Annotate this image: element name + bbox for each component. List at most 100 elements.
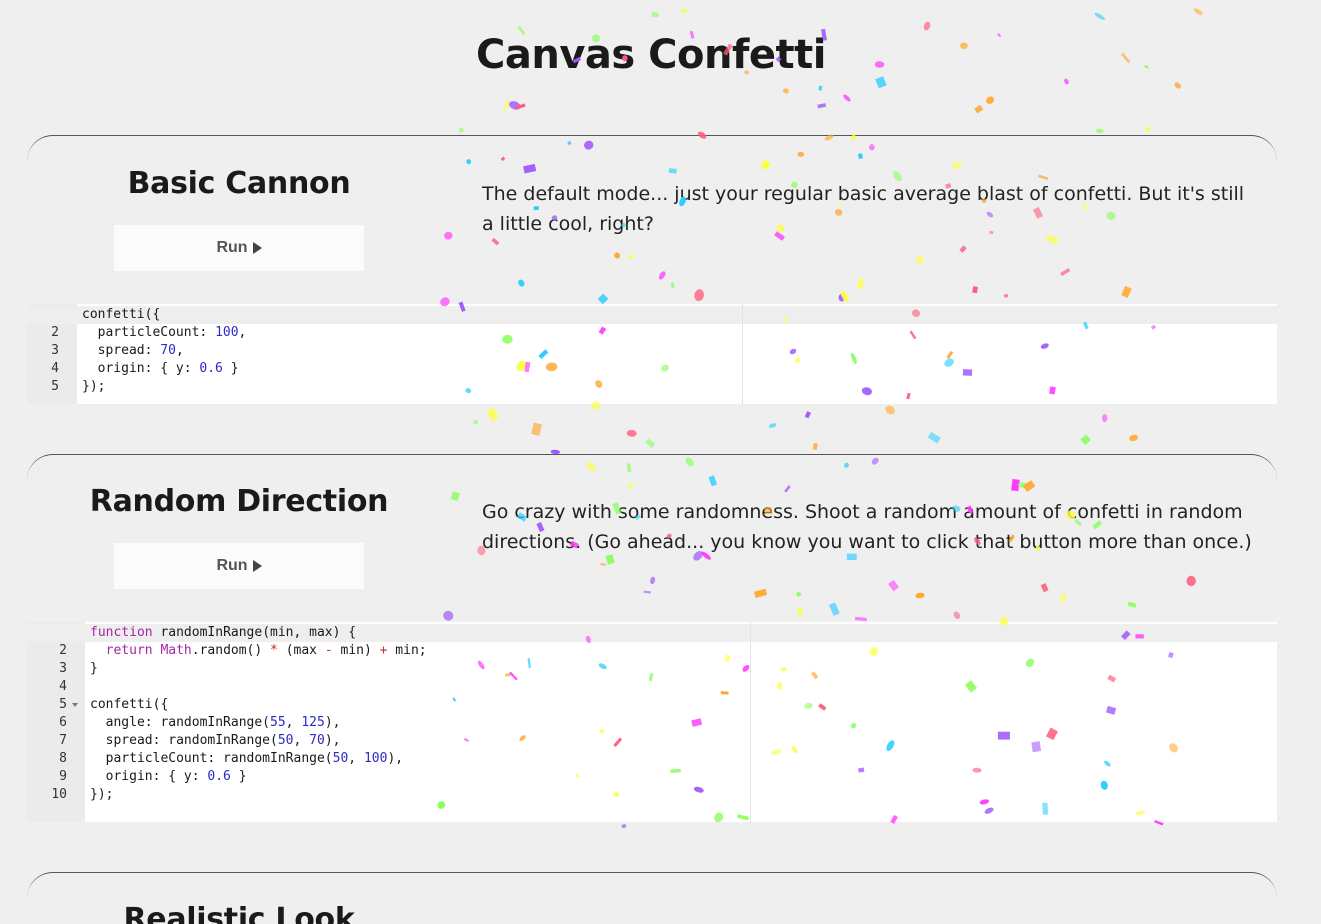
code-token: origin: { y:: [90, 769, 208, 784]
code-line: particleCount: 100,: [82, 324, 1277, 342]
code-token: function: [90, 625, 153, 640]
code-token: ),: [324, 733, 341, 748]
code-line: function randomInRange(min, max) {: [27, 624, 1277, 642]
line-number: 3: [51, 343, 59, 358]
code-line: particleCount: randomInRange(50, 100),: [90, 750, 1277, 768]
line-number: 2: [51, 325, 59, 340]
line-number: 4: [59, 679, 67, 694]
code-token: ,: [285, 715, 302, 730]
code-token: angle: randomInRange(: [90, 715, 271, 730]
print-margin: [742, 304, 743, 404]
confetti-piece: [680, 8, 687, 14]
run-button-label: Run: [216, 557, 248, 574]
confetti-piece: [509, 101, 521, 110]
confetti-piece: [783, 88, 789, 94]
code-line: });: [90, 786, 1277, 804]
confetti-piece: [843, 94, 851, 102]
code-token: spread:: [82, 343, 161, 358]
code-token: 100: [363, 751, 388, 766]
line-number: 5: [59, 697, 67, 712]
confetti-piece: [1095, 128, 1104, 134]
section-description: The default mode... just your regular ba…: [482, 183, 1245, 235]
code-line: return Math.random() * (max - min) + min…: [90, 642, 1277, 660]
code-editor[interactable]: 12345678910function randomInRange(min, m…: [27, 622, 1277, 822]
section-title: Basic Cannon: [127, 166, 351, 201]
code-token: });: [90, 787, 114, 802]
page-title: Canvas Confetti: [476, 32, 826, 78]
code-token: });: [82, 379, 106, 394]
run-button[interactable]: Run: [114, 225, 364, 271]
code-token: ,: [348, 751, 364, 766]
confetti-piece: [1174, 82, 1182, 89]
code-line: origin: { y: 0.6 }: [82, 360, 1277, 378]
code-token: }: [90, 661, 98, 676]
code-token: *: [270, 643, 278, 658]
code-token: return: [105, 643, 153, 658]
code-token: 125: [301, 715, 325, 730]
code-line: confetti({: [90, 696, 1277, 714]
code-token: ),: [324, 715, 341, 730]
section-description: Go crazy with some randomness. Shoot a r…: [482, 501, 1252, 553]
run-button-label: Run: [216, 239, 248, 256]
fold-arrow-icon[interactable]: [72, 703, 78, 707]
code-token: }: [222, 361, 239, 376]
line-number: 10: [51, 787, 67, 802]
play-icon: [252, 560, 262, 572]
code-line: angle: randomInRange(55, 125),: [90, 714, 1277, 732]
code-token: 55: [270, 715, 286, 730]
code-token: 0.6: [199, 361, 223, 376]
code-token: }: [230, 769, 247, 784]
section-title: Random Direction: [89, 484, 389, 519]
code-token: 100: [215, 325, 239, 340]
code-editor[interactable]: 12345confetti({ particleCount: 100, spre…: [27, 304, 1277, 404]
code-token: (max: [277, 643, 325, 658]
code-token: ,: [238, 325, 247, 340]
code-token: Math: [160, 643, 192, 658]
confetti-piece: [974, 104, 984, 114]
code-token: particleCount:: [82, 325, 216, 340]
section-title: Realistic Look: [123, 902, 355, 924]
code-line: spread: randomInRange(50, 70),: [90, 732, 1277, 750]
code-token: .random(): [191, 643, 271, 658]
code-token: origin: { y:: [82, 361, 200, 376]
confetti-piece: [458, 127, 464, 133]
confetti-piece: [1193, 8, 1203, 15]
confetti-piece: [1080, 434, 1091, 446]
line-number: 7: [59, 733, 67, 748]
confetti-piece: [812, 442, 818, 450]
code-token: ),: [387, 751, 404, 766]
confetti-piece: [1064, 78, 1069, 85]
code-token: randomInRange(min, max) {: [152, 625, 357, 640]
confetti-piece: [651, 12, 659, 18]
code-token: 50: [277, 733, 294, 748]
code-line: spread: 70,: [82, 342, 1277, 360]
code-token: 70: [160, 343, 176, 358]
code-token: 70: [309, 733, 325, 748]
print-margin: [750, 622, 751, 822]
code-line: }: [90, 660, 1277, 678]
code-token: min;: [387, 643, 427, 658]
code-token: min): [332, 643, 380, 658]
confetti-piece: [817, 103, 827, 109]
run-button[interactable]: Run: [114, 543, 364, 589]
code-token: confetti({: [82, 307, 161, 322]
line-number: 2: [59, 643, 67, 658]
confetti-piece: [923, 21, 931, 31]
code-token: confetti({: [90, 697, 169, 712]
code-token: particleCount: randomInRange(: [90, 751, 333, 766]
code-token: ,: [293, 733, 310, 748]
confetti-piece: [1144, 126, 1151, 132]
confetti-piece: [1094, 12, 1105, 21]
play-icon: [252, 242, 262, 254]
code-token: ,: [175, 343, 184, 358]
code-line: });: [82, 378, 1277, 396]
line-number: 4: [51, 361, 59, 376]
confetti-piece: [818, 85, 823, 91]
confetti-piece: [515, 103, 526, 110]
code-token: spread: randomInRange(: [90, 733, 278, 748]
confetti-piece: [986, 96, 995, 104]
line-number: 8: [59, 751, 67, 766]
code-token: 50: [332, 751, 349, 766]
